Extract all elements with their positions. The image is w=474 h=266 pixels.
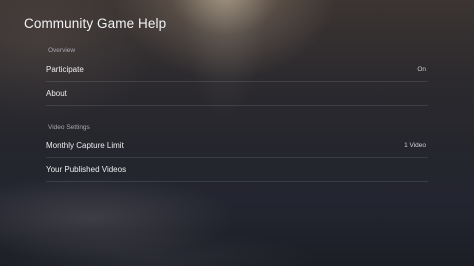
about-setting[interactable]: About (46, 82, 428, 106)
participate-value: On (417, 66, 426, 73)
section-label-overview: Overview (48, 47, 76, 54)
participate-label: Participate (46, 65, 84, 74)
published-videos-setting[interactable]: Your Published Videos (46, 158, 428, 182)
about-label: About (46, 89, 67, 98)
published-videos-label: Your Published Videos (46, 165, 127, 174)
monthly-capture-limit-setting[interactable]: Monthly Capture Limit 1 Video (46, 134, 428, 158)
section-label-video-settings: Video Settings (48, 124, 90, 131)
settings-screen: { "page": { "title": "Community Game Hel… (0, 0, 474, 266)
participate-setting[interactable]: Participate On (46, 58, 428, 82)
page-title: Community Game Help (24, 16, 167, 31)
monthly-capture-limit-label: Monthly Capture Limit (46, 141, 124, 150)
monthly-capture-limit-value: 1 Video (404, 142, 426, 149)
background-light-glow (0, 0, 474, 266)
